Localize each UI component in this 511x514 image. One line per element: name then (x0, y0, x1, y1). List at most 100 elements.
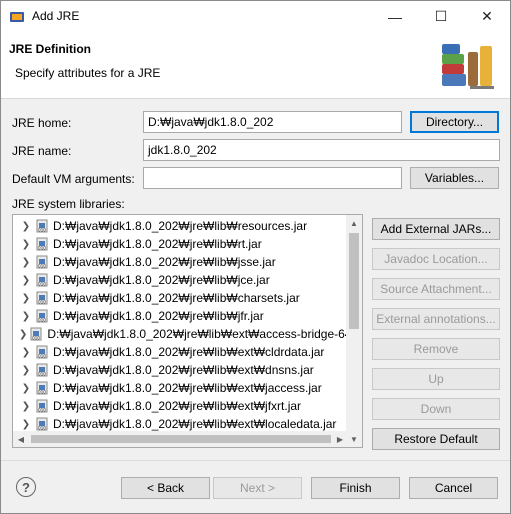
library-path: D:₩java₩jdk1.8.0_202₩jre₩lib₩ext₩jfxrt.j… (53, 399, 302, 413)
library-path: D:₩java₩jdk1.8.0_202₩jre₩lib₩resources.j… (53, 219, 308, 233)
system-libraries-tree[interactable]: ❯ 010 D:₩java₩jdk1.8.0_202₩jre₩lib₩resourc… (12, 214, 363, 448)
library-path: D:₩java₩jdk1.8.0_202₩jre₩lib₩jsse.jar (53, 255, 276, 269)
close-button[interactable]: ✕ (464, 1, 510, 32)
scroll-right-arrow-icon[interactable]: ▶ (332, 431, 348, 447)
library-row[interactable]: ❯ 010 D:₩java₩jdk1.8.0_202₩jre₩lib₩ext₩dns… (13, 361, 348, 379)
jre-home-input[interactable]: D:₩java₩jdk1.8.0_202 (143, 111, 402, 133)
back-button[interactable]: < Back (121, 477, 210, 499)
svg-text:010: 010 (38, 228, 46, 233)
variables-button[interactable]: Variables... (410, 167, 499, 189)
library-row[interactable]: ❯ 010 D:₩java₩jdk1.8.0_202₩jre₩lib₩charset… (13, 289, 348, 307)
chevron-right-icon[interactable]: ❯ (19, 221, 33, 232)
window-title: Add JRE (32, 9, 80, 23)
library-path: D:₩java₩jdk1.8.0_202₩jre₩lib₩jfr.jar (53, 309, 264, 323)
wizard-footer: ? < Back Next > Finish Cancel (1, 460, 510, 513)
svg-text:010: 010 (38, 282, 46, 287)
jar-file-icon: 010 (36, 219, 48, 233)
maximize-button[interactable]: ☐ (418, 1, 464, 32)
directory-button[interactable]: Directory... (410, 111, 499, 133)
jar-file-icon: 010 (36, 273, 48, 287)
library-row[interactable]: ❯ 010 D:₩java₩jdk1.8.0_202₩jre₩lib₩ext₩cld… (13, 343, 348, 361)
library-row[interactable]: ❯ 010 D:₩java₩jdk1.8.0_202₩jre₩lib₩ext₩acc… (13, 325, 348, 343)
svg-text:010: 010 (33, 336, 41, 341)
jar-file-icon: 010 (36, 417, 48, 431)
library-path: D:₩java₩jdk1.8.0_202₩jre₩lib₩jce.jar (53, 273, 270, 287)
horizontal-scroll-thumb[interactable] (31, 435, 331, 443)
library-path: D:₩java₩jdk1.8.0_202₩jre₩lib₩ext₩jaccess… (53, 381, 322, 395)
svg-text:010: 010 (38, 300, 46, 305)
wizard-header: JRE Definition Specify attributes for a … (1, 32, 510, 99)
jar-file-icon: 010 (36, 363, 48, 377)
library-row[interactable]: ❯ 010 D:₩java₩jdk1.8.0_202₩jre₩lib₩resourc… (13, 217, 348, 235)
vertical-scroll-thumb[interactable] (349, 233, 359, 329)
title-bar[interactable]: Add JRE — ☐ ✕ (1, 1, 510, 32)
library-path: D:₩java₩jdk1.8.0_202₩jre₩lib₩rt.jar (53, 237, 262, 251)
down-button[interactable]: Down (372, 398, 500, 420)
library-row[interactable]: ❯ 010 D:₩java₩jdk1.8.0_202₩jre₩lib₩rt.jar (13, 235, 348, 253)
chevron-right-icon[interactable]: ❯ (19, 365, 33, 376)
finish-button[interactable]: Finish (311, 477, 400, 499)
vm-args-label: Default VM arguments: (12, 172, 135, 186)
library-row[interactable]: ❯ 010 D:₩java₩jdk1.8.0_202₩jre₩lib₩jsse.ja… (13, 253, 348, 271)
chevron-right-icon[interactable]: ❯ (19, 401, 33, 412)
chevron-right-icon[interactable]: ❯ (19, 383, 33, 394)
page-title: JRE Definition (9, 42, 92, 56)
jre-name-input[interactable]: jdk1.8.0_202 (143, 139, 500, 161)
remove-button[interactable]: Remove (372, 338, 500, 360)
library-row[interactable]: ❯ 010 D:₩java₩jdk1.8.0_202₩jre₩lib₩jfr.jar (13, 307, 348, 325)
dialog-body: JRE home: D:₩java₩jdk1.8.0_202 Directory… (1, 100, 510, 460)
up-button[interactable]: Up (372, 368, 500, 390)
jar-file-icon: 010 (36, 255, 48, 269)
jar-file-icon: 010 (36, 381, 48, 395)
external-annotations-button[interactable]: External annotations... (372, 308, 500, 330)
jre-home-label: JRE home: (12, 116, 72, 130)
svg-text:010: 010 (38, 354, 46, 359)
library-row[interactable]: ❯ 010 D:₩java₩jdk1.8.0_202₩jre₩lib₩jce.jar (13, 271, 348, 289)
library-row[interactable]: ❯ 010 D:₩java₩jdk1.8.0_202₩jre₩lib₩ext₩jac… (13, 379, 348, 397)
chevron-right-icon[interactable]: ❯ (19, 329, 27, 340)
jar-file-icon: 010 (36, 399, 48, 413)
vm-args-input[interactable] (143, 167, 402, 189)
library-rows: ❯ 010 D:₩java₩jdk1.8.0_202₩jre₩lib₩resourc… (13, 217, 348, 433)
chevron-right-icon[interactable]: ❯ (19, 239, 33, 250)
cancel-button[interactable]: Cancel (409, 477, 498, 499)
minimize-button[interactable]: — (372, 1, 418, 32)
javadoc-location-button[interactable]: Javadoc Location... (372, 248, 500, 270)
eclipse-app-icon (10, 12, 24, 22)
chevron-right-icon[interactable]: ❯ (19, 419, 33, 430)
horizontal-scrollbar[interactable]: ◀ ▶ (13, 431, 348, 447)
scroll-left-arrow-icon[interactable]: ◀ (13, 431, 29, 447)
svg-text:010: 010 (38, 426, 46, 431)
svg-text:010: 010 (38, 372, 46, 377)
system-libraries-label: JRE system libraries: (12, 197, 125, 211)
jar-file-icon: 010 (30, 327, 42, 341)
library-row[interactable]: ❯ 010 D:₩java₩jdk1.8.0_202₩jre₩lib₩ext₩jfx… (13, 397, 348, 415)
svg-text:010: 010 (38, 246, 46, 251)
chevron-right-icon[interactable]: ❯ (19, 311, 33, 322)
library-path: D:₩java₩jdk1.8.0_202₩jre₩lib₩ext₩access-… (47, 327, 348, 341)
chevron-right-icon[interactable]: ❯ (19, 257, 33, 268)
svg-text:010: 010 (38, 318, 46, 323)
jar-file-icon: 010 (36, 345, 48, 359)
chevron-right-icon[interactable]: ❯ (19, 347, 33, 358)
svg-text:010: 010 (38, 264, 46, 269)
svg-text:010: 010 (38, 408, 46, 413)
vertical-scrollbar[interactable]: ▲ ▼ (346, 215, 362, 447)
library-path: D:₩java₩jdk1.8.0_202₩jre₩lib₩charsets.ja… (53, 291, 300, 305)
restore-default-button[interactable]: Restore Default (372, 428, 500, 450)
add-external-jars-button[interactable]: Add External JARs... (372, 218, 500, 240)
page-description: Specify attributes for a JRE (15, 66, 161, 80)
next-button[interactable]: Next > (213, 477, 302, 499)
jre-name-label: JRE name: (12, 144, 72, 158)
add-jre-dialog: Add JRE — ☐ ✕ JRE Definition Specify att… (0, 0, 511, 514)
scroll-down-arrow-icon[interactable]: ▼ (346, 431, 362, 447)
scroll-up-arrow-icon[interactable]: ▲ (346, 215, 362, 231)
jar-file-icon: 010 (36, 309, 48, 323)
chevron-right-icon[interactable]: ❯ (19, 275, 33, 286)
source-attachment-button[interactable]: Source Attachment... (372, 278, 500, 300)
svg-text:010: 010 (38, 390, 46, 395)
library-path: D:₩java₩jdk1.8.0_202₩jre₩lib₩ext₩cldrdat… (53, 345, 325, 359)
chevron-right-icon[interactable]: ❯ (19, 293, 33, 304)
books-icon (442, 44, 494, 89)
help-icon[interactable]: ? (16, 477, 36, 497)
